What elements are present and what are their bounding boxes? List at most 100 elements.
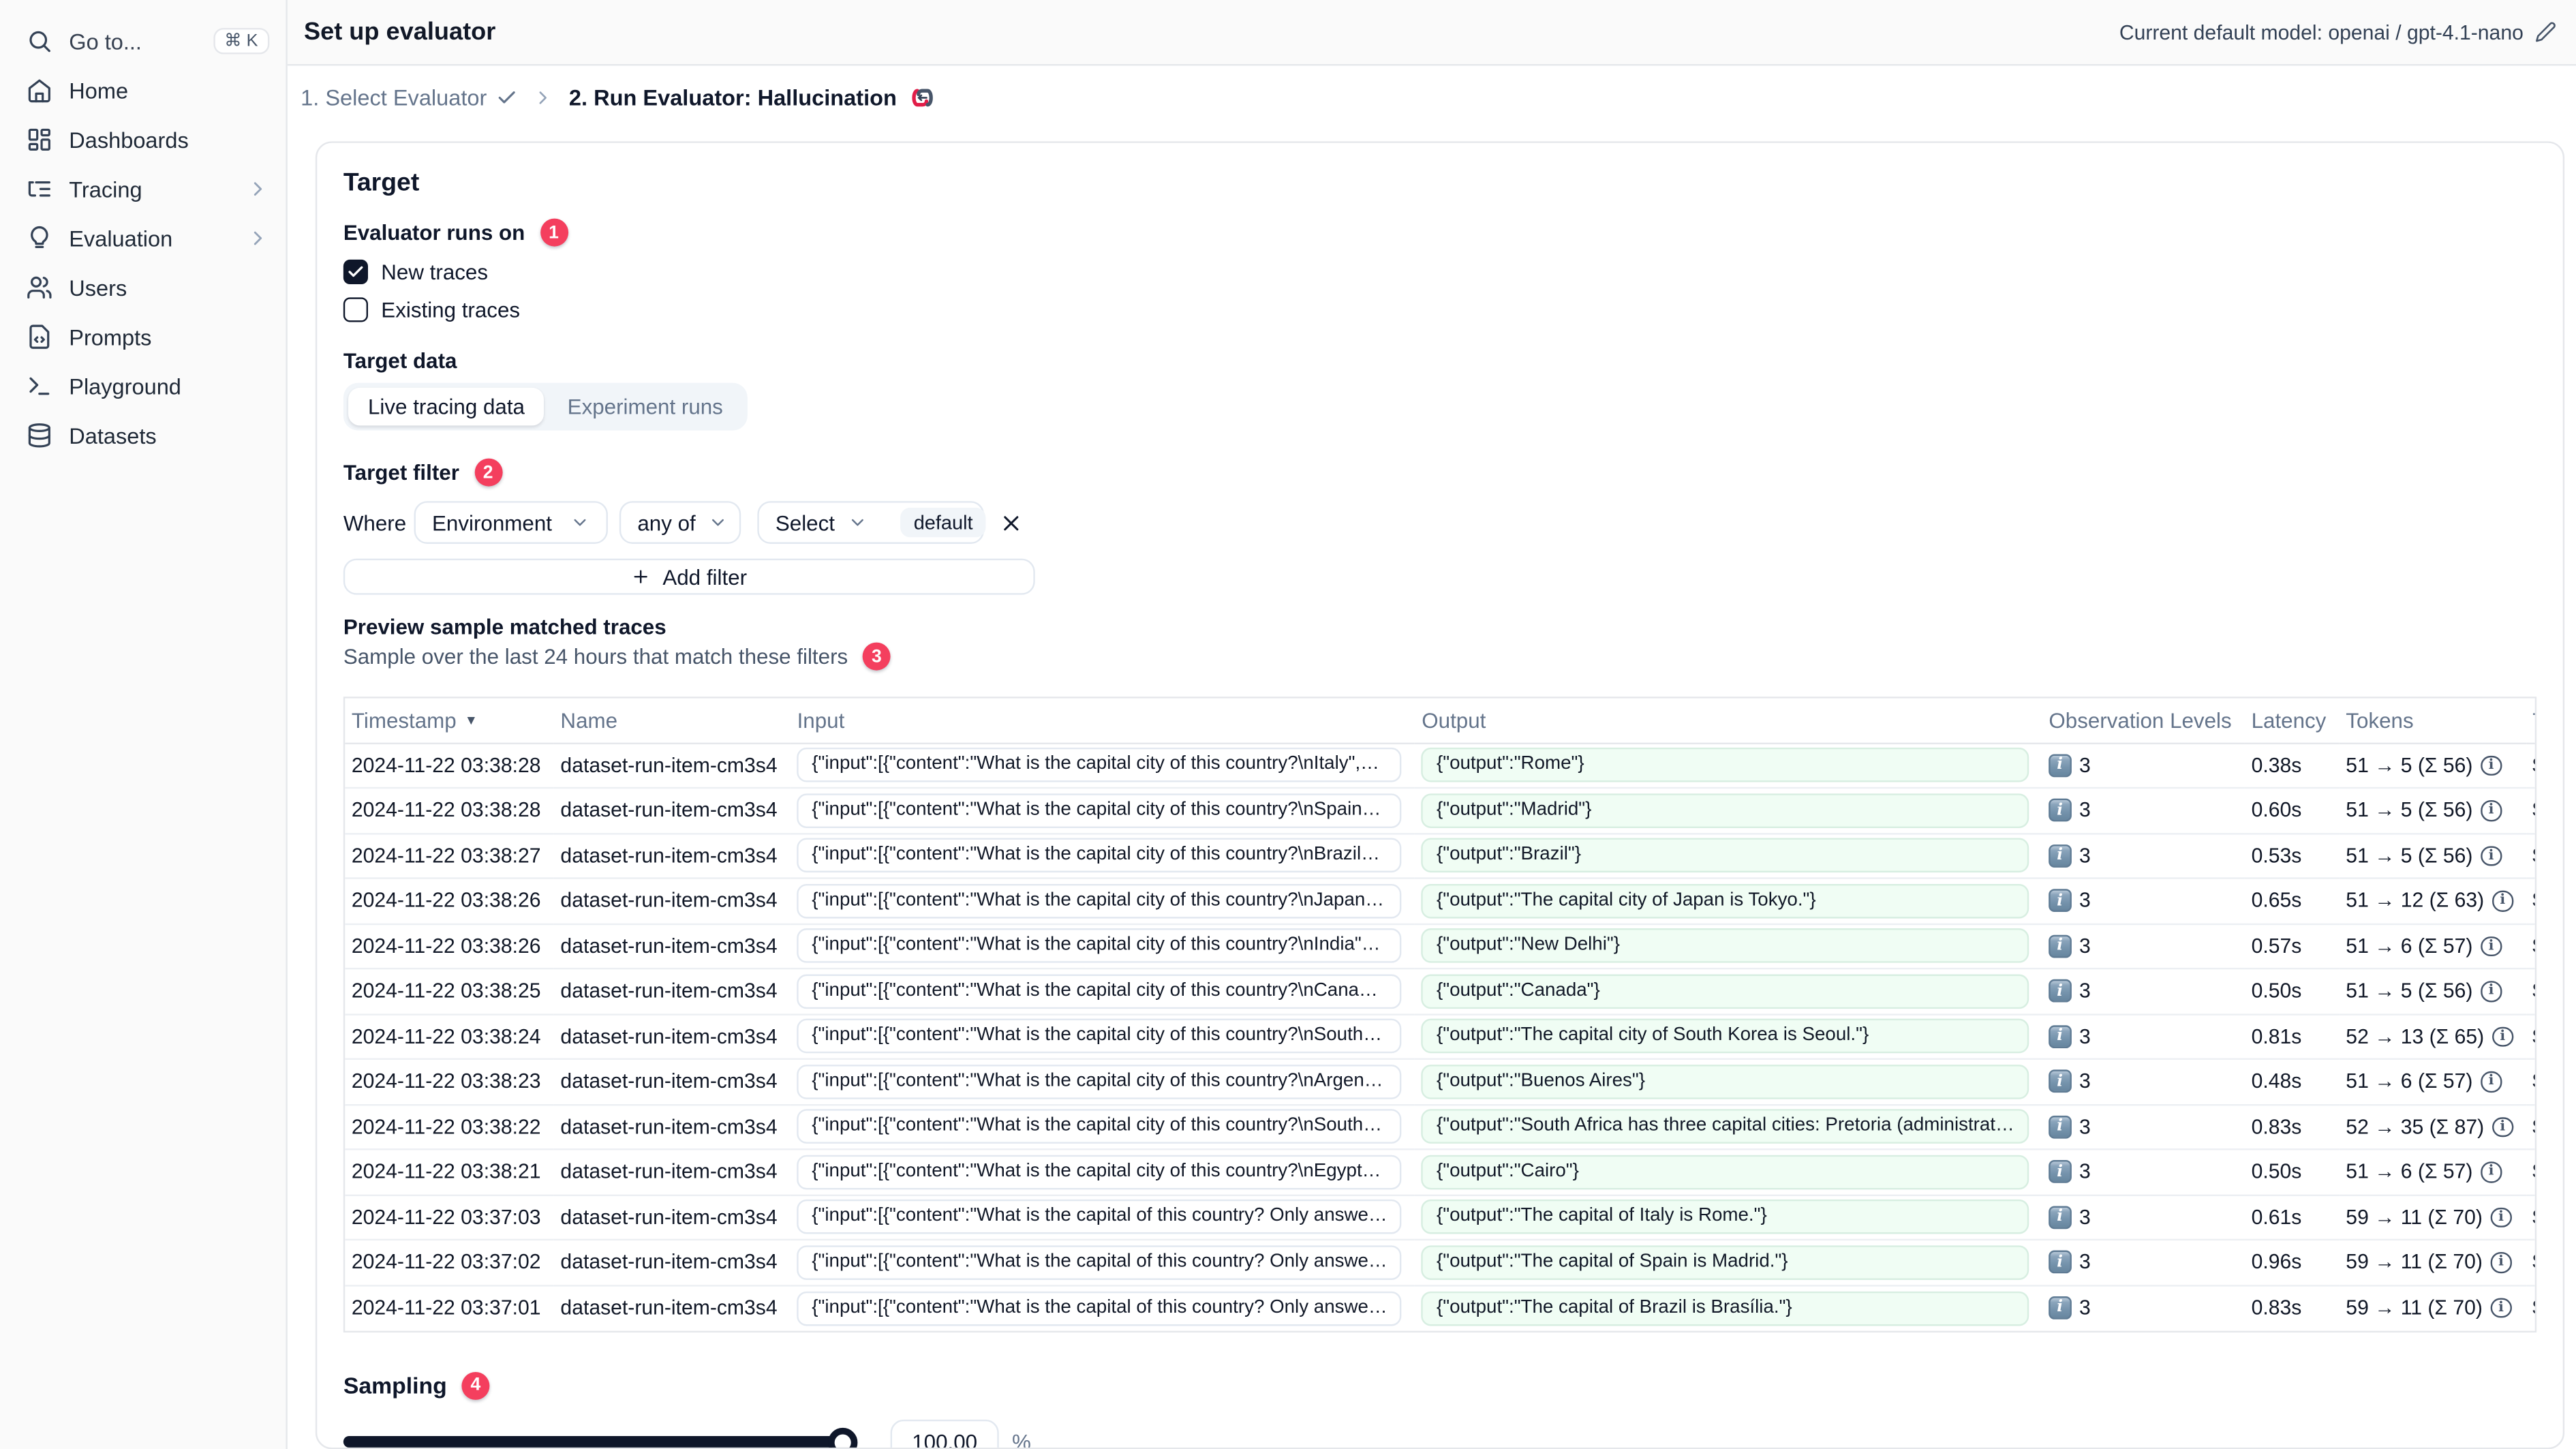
table-row[interactable]: 2024-11-22 03:38:28 dataset-run-item-cm3… xyxy=(345,788,2535,834)
input-json-box[interactable]: {"input":[{"content":"What is the capita… xyxy=(797,883,1402,918)
sidebar-item-playground[interactable]: Playground xyxy=(0,361,286,410)
table-row[interactable]: 2024-11-22 03:38:24 dataset-run-item-cm3… xyxy=(345,1013,2535,1059)
output-json-box[interactable]: {"output":"Brazil"} xyxy=(1422,838,2029,873)
info-icon[interactable]: i xyxy=(2491,1251,2512,1273)
breadcrumb-step-1[interactable]: 1. Select Evaluator xyxy=(301,85,518,109)
tab-live-tracing-data[interactable]: Live tracing data xyxy=(348,387,545,426)
table-row[interactable]: 2024-11-22 03:37:01 dataset-run-item-cm3… xyxy=(345,1285,2535,1330)
info-level-icon: i xyxy=(2049,1024,2071,1048)
input-json-box[interactable]: {"input":[{"content":"What is the capita… xyxy=(797,973,1402,1009)
observation-levels-cell: i3 xyxy=(2042,1240,2245,1285)
info-icon[interactable]: i xyxy=(2481,935,2502,957)
table-row[interactable]: 2024-11-22 03:38:26 dataset-run-item-cm3… xyxy=(345,879,2535,924)
default-model-label: Current default model: openai / gpt-4.1-… xyxy=(2119,20,2524,44)
filter-column-select[interactable]: Environment xyxy=(414,501,608,544)
info-icon[interactable]: i xyxy=(2492,890,2513,911)
table-row[interactable]: 2024-11-22 03:37:02 dataset-run-item-cm3… xyxy=(345,1240,2535,1285)
output-cell: {"output":"Rome"} xyxy=(1415,743,2042,788)
input-json-box[interactable]: {"input":[{"content":"What is the capita… xyxy=(797,928,1402,964)
observation-levels-cell: i3 xyxy=(2042,743,2245,788)
input-json-box[interactable]: {"input":[{"content":"What is the capita… xyxy=(797,1200,1402,1235)
output-cell: {"output":"New Delhi"} xyxy=(1415,924,2042,968)
edit-model-button[interactable] xyxy=(2535,21,2556,42)
timestamp-cell: 2024-11-22 03:37:01 xyxy=(351,1296,541,1320)
output-json-box[interactable]: {"output":"Buenos Aires"} xyxy=(1422,1064,2029,1099)
info-icon[interactable]: i xyxy=(2481,1071,2502,1092)
info-icon[interactable]: i xyxy=(2492,1116,2513,1138)
output-json-box[interactable]: {"output":"Cairo"} xyxy=(1422,1155,2029,1189)
total-cost-cell: $0.000015 xyxy=(2526,879,2534,924)
sidebar-item-home[interactable]: Home xyxy=(0,65,286,115)
output-json-box[interactable]: {"output":"South Africa has three capita… xyxy=(1422,1109,2029,1144)
sidebar-item-dashboards[interactable]: Dashboards xyxy=(0,115,286,164)
table-row[interactable]: 2024-11-22 03:38:28 dataset-run-item-cm3… xyxy=(345,743,2535,788)
checkbox-new-traces[interactable]: New traces xyxy=(343,259,2536,285)
table-row[interactable]: 2024-11-22 03:37:03 dataset-run-item-cm3… xyxy=(345,1195,2535,1240)
sidebar-search[interactable]: Go to... ⌘ K xyxy=(0,16,286,65)
input-json-box[interactable]: {"input":[{"content":"What is the capita… xyxy=(797,1109,1402,1144)
slider-thumb[interactable] xyxy=(828,1427,858,1448)
input-json-box[interactable]: {"input":[{"content":"What is the capita… xyxy=(797,1290,1402,1326)
table-row[interactable]: 2024-11-22 03:38:21 dataset-run-item-cm3… xyxy=(345,1149,2535,1195)
filter-value-chip: default xyxy=(900,507,986,538)
output-json-box[interactable]: {"output":"Rome"} xyxy=(1422,748,2029,783)
info-icon[interactable]: i xyxy=(2481,800,2502,821)
filter-value-select[interactable]: Select default xyxy=(757,501,986,544)
total-cost-cell: $0.000011i xyxy=(2526,833,2534,878)
name-cell: dataset-run-item-cm3s4 xyxy=(560,1115,778,1139)
input-json-box[interactable]: {"input":[{"content":"What is the capita… xyxy=(797,838,1402,873)
input-json-box[interactable]: {"input":[{"content":"What is the capita… xyxy=(797,1245,1402,1280)
input-json-box[interactable]: {"input":[{"content":"What is the capita… xyxy=(797,793,1402,828)
info-icon[interactable]: i xyxy=(2481,1161,2502,1183)
sidebar-item-evaluation[interactable]: Evaluation xyxy=(0,213,286,262)
info-icon[interactable]: i xyxy=(2481,845,2502,866)
sidebar-item-users[interactable]: Users xyxy=(0,263,286,312)
sidebar-item-datasets[interactable]: Datasets xyxy=(0,411,286,460)
sidebar-item-tracing[interactable]: Tracing xyxy=(0,164,286,213)
filter-operator-select[interactable]: any of xyxy=(619,501,741,544)
table-row[interactable]: 2024-11-22 03:38:26 dataset-run-item-cm3… xyxy=(345,924,2535,969)
output-json-box[interactable]: {"output":"Canada"} xyxy=(1422,973,2029,1009)
input-json-box[interactable]: {"input":[{"content":"What is the capita… xyxy=(797,1155,1402,1189)
output-json-box[interactable]: {"output":"The capital of Italy is Rome.… xyxy=(1422,1200,2029,1235)
sampling-value-input[interactable]: 100.00 xyxy=(890,1418,999,1448)
table-row[interactable]: 2024-11-22 03:38:27 dataset-run-item-cm3… xyxy=(345,833,2535,879)
output-json-box[interactable]: {"output":"The capital of Spain is Madri… xyxy=(1422,1245,2029,1280)
column-header-latency: Latency xyxy=(2244,698,2340,744)
info-icon[interactable]: i xyxy=(2492,1026,2513,1047)
info-icon[interactable]: i xyxy=(2491,1206,2512,1227)
latency-cell: 0.65s xyxy=(2251,889,2302,913)
checkbox-existing-traces[interactable]: Existing traces xyxy=(343,297,2536,322)
input-json-box[interactable]: {"input":[{"content":"What is the capita… xyxy=(797,1019,1402,1054)
sidebar-item-prompts[interactable]: Prompts xyxy=(0,312,286,361)
tokens-cell: 51 → 5 (Σ 56) i xyxy=(2340,968,2526,1013)
input-json-box[interactable]: {"input":[{"content":"What is the capita… xyxy=(797,748,1402,783)
output-json-box[interactable]: {"output":"The capital of Brazil is Bras… xyxy=(1422,1290,2029,1326)
info-level-icon: i xyxy=(2049,1296,2071,1320)
table-row[interactable]: 2024-11-22 03:38:22 dataset-run-item-cm3… xyxy=(345,1104,2535,1150)
output-json-box[interactable]: {"output":"The capital city of South Kor… xyxy=(1422,1019,2029,1054)
remove-filter-button[interactable] xyxy=(999,510,1024,535)
info-icon[interactable]: i xyxy=(2481,754,2502,776)
table-row[interactable]: 2024-11-22 03:38:23 dataset-run-item-cm3… xyxy=(345,1059,2535,1105)
observation-levels-cell: i3 xyxy=(2042,1149,2245,1194)
sampling-slider[interactable] xyxy=(343,1427,858,1448)
info-level-icon: i xyxy=(2049,979,2071,1003)
input-cell: {"input":[{"content":"What is the capita… xyxy=(791,1149,1415,1194)
input-cell: {"input":[{"content":"What is the capita… xyxy=(791,1104,1415,1149)
output-json-box[interactable]: {"output":"The capital city of Japan is … xyxy=(1422,883,2029,918)
ragas-knot-icon xyxy=(912,88,933,106)
info-icon[interactable]: i xyxy=(2481,981,2502,1002)
table-row[interactable]: 2024-11-22 03:38:25 dataset-run-item-cm3… xyxy=(345,968,2535,1014)
input-json-box[interactable]: {"input":[{"content":"What is the capita… xyxy=(797,1064,1402,1099)
add-filter-button[interactable]: Add filter xyxy=(343,558,1035,595)
column-header-timestamp[interactable]: Timestamp ▼ xyxy=(345,698,554,744)
tab-experiment-runs[interactable]: Experiment runs xyxy=(548,388,743,425)
info-icon[interactable]: i xyxy=(2491,1297,2512,1318)
output-json-box[interactable]: {"output":"Madrid"} xyxy=(1422,793,2029,828)
column-header-total-cost: Total Cost xyxy=(2526,698,2535,744)
output-json-box[interactable]: {"output":"New Delhi"} xyxy=(1422,928,2029,964)
preview-title: Preview sample matched traces xyxy=(343,614,666,639)
total-cost-cell: $0.000011i xyxy=(2526,788,2534,833)
target-data-label: Target data xyxy=(343,348,457,373)
